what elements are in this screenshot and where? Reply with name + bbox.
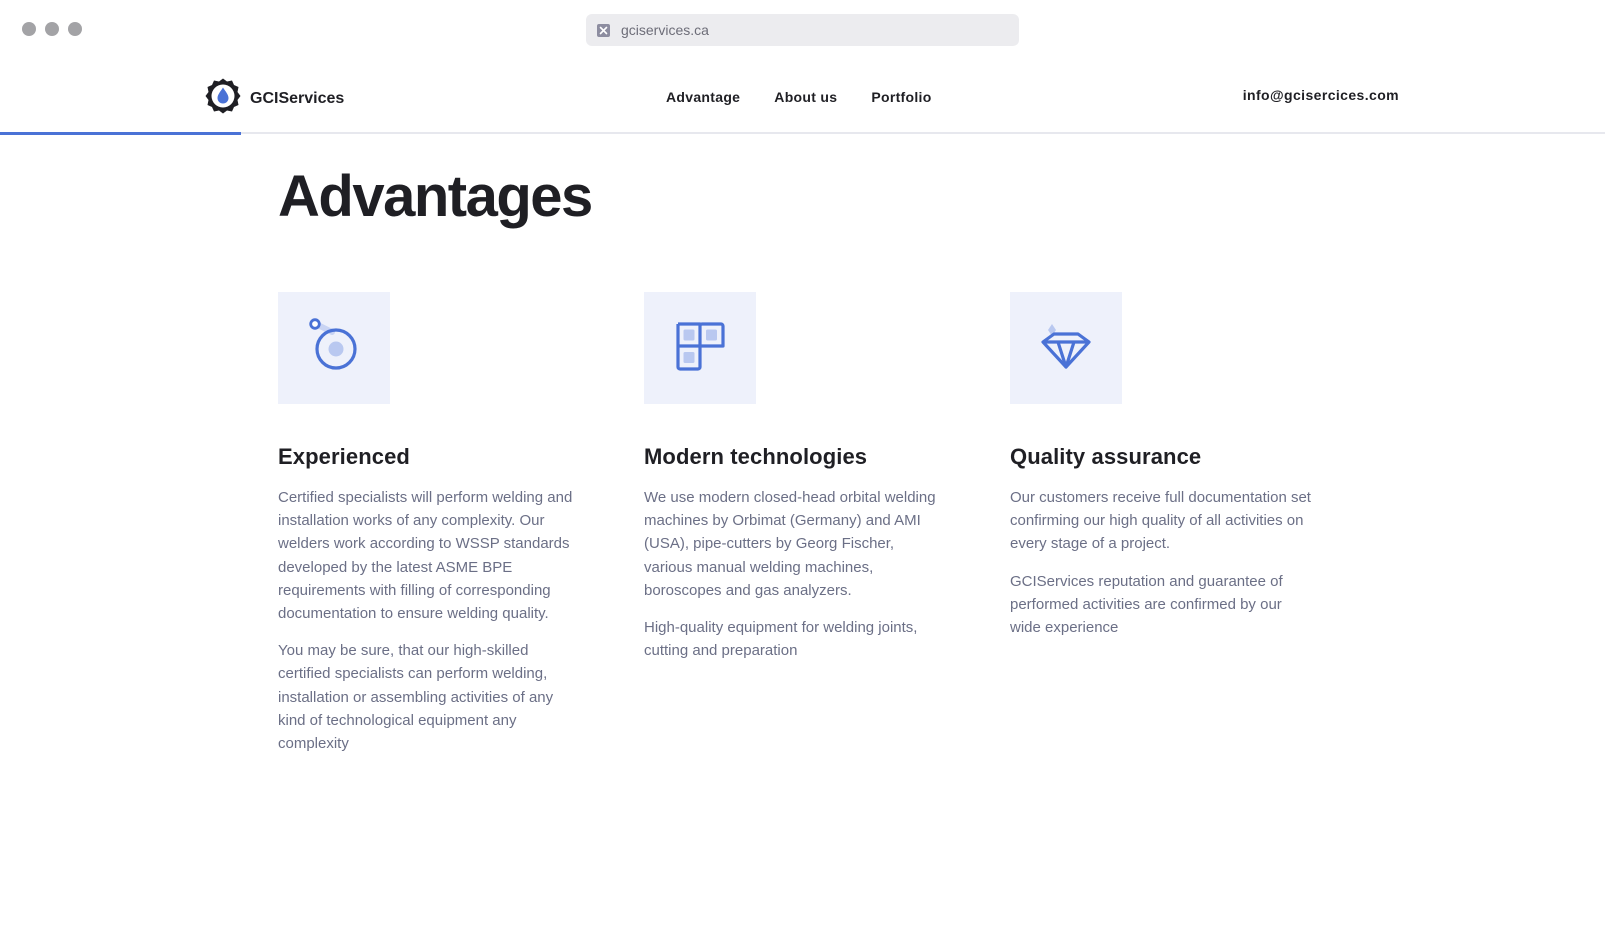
advantage-title: Modern technologies xyxy=(644,444,868,469)
logo-text: GCIServices xyxy=(250,89,345,107)
advantage-text: GCIServices reputation and guarantee of … xyxy=(1010,572,1283,637)
advantage-text: You may be sure, that our high-skilled c… xyxy=(278,642,554,753)
nav-portfolio[interactable]: Portfolio xyxy=(871,89,931,105)
advantage-title: Experienced xyxy=(278,444,410,469)
nav-about-us[interactable]: About us xyxy=(774,89,837,105)
advantage-icon-box xyxy=(278,292,390,404)
site-favicon-icon xyxy=(597,23,610,37)
scroll-progress-bar xyxy=(0,132,241,135)
address-bar[interactable]: gciservices.ca xyxy=(586,14,1019,46)
site-header: GCIServices Advantage About us Portfolio… xyxy=(0,60,1605,134)
modules-icon xyxy=(672,318,728,379)
window-controls xyxy=(22,22,82,36)
advantage-icon-box xyxy=(1010,292,1122,404)
maximize-window-button[interactable] xyxy=(68,22,82,36)
browser-chrome: gciservices.ca xyxy=(0,0,1605,60)
nav-advantage[interactable]: Advantage xyxy=(666,89,740,105)
minimize-window-button[interactable] xyxy=(45,22,59,36)
advantage-text: We use modern closed-head orbital weldin… xyxy=(644,489,936,599)
advantage-card-modern-technologies: Modern technologies We use modern closed… xyxy=(644,292,946,755)
advantages-list: Experienced Certified specialists will p… xyxy=(278,292,1312,755)
address-url: gciservices.ca xyxy=(621,22,709,38)
email-link[interactable]: info@gcisercices.com xyxy=(1243,87,1399,103)
close-window-button[interactable] xyxy=(22,22,36,36)
logo-link[interactable]: GCIServices xyxy=(204,77,344,120)
advantage-text: Our customers receive full documentation… xyxy=(1010,489,1311,553)
advantage-title: Quality assurance xyxy=(1010,444,1202,469)
advantage-card-quality-assurance: Quality assurance Our customers receive … xyxy=(1010,292,1312,755)
target-icon xyxy=(306,317,362,379)
advantage-icon-box xyxy=(644,292,756,404)
advantage-card-experienced: Experienced Certified specialists will p… xyxy=(278,292,580,755)
main-nav: Advantage About us Portfolio xyxy=(666,89,932,105)
page-title: Advantages xyxy=(278,164,593,229)
advantage-text: High-quality equipment for welding joint… xyxy=(644,619,918,660)
diamond-icon xyxy=(1038,318,1094,379)
logo-icon xyxy=(204,77,242,120)
advantage-text: Certified specialists will perform weldi… xyxy=(278,489,573,623)
